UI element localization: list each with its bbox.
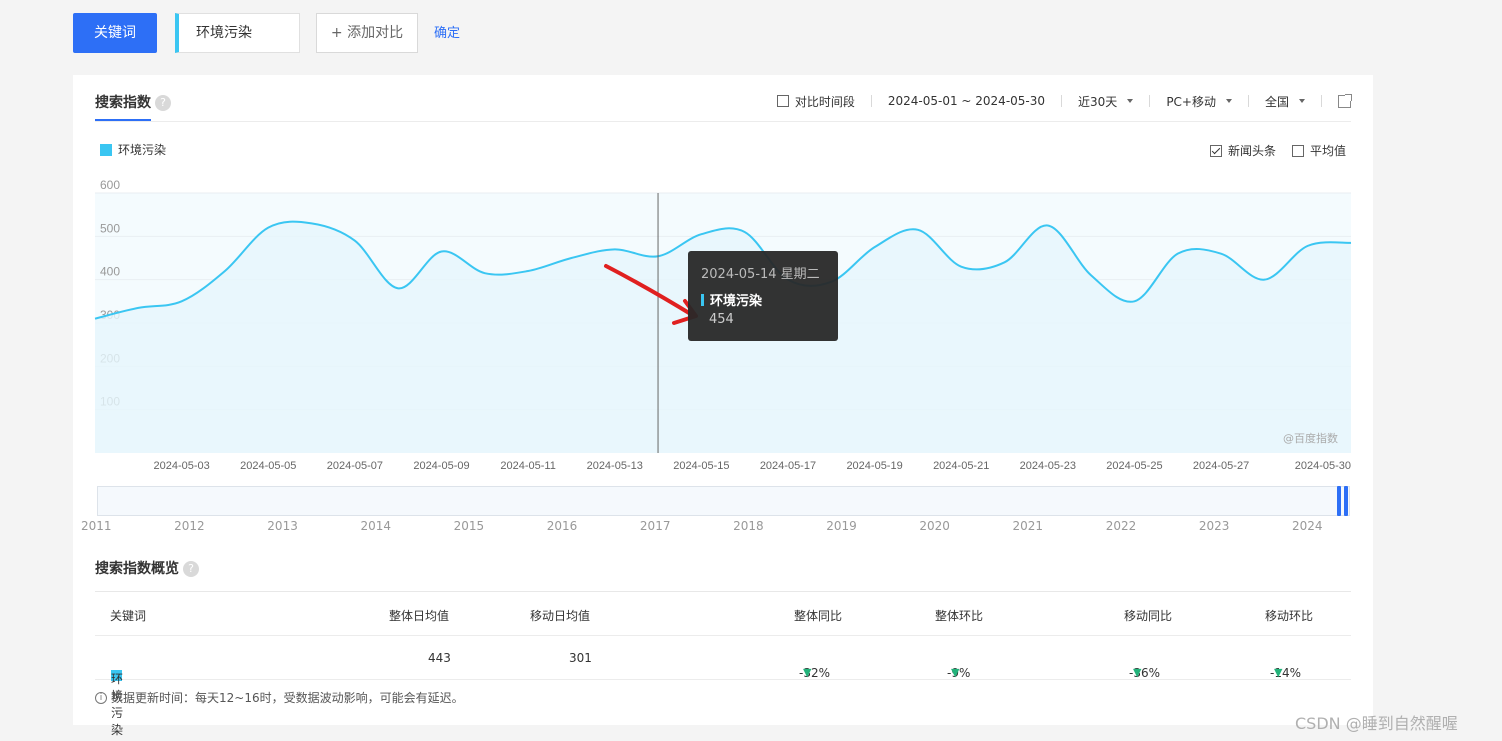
tooltip-series: 环境污染: [701, 290, 825, 309]
x-tick-label: 2024-05-11: [500, 460, 555, 472]
year-label: 2019: [826, 519, 857, 533]
x-tick-label: 2024-05-09: [413, 460, 469, 472]
year-label: 2014: [360, 519, 391, 533]
header-keyword: 关键词: [110, 609, 147, 623]
keyword-input[interactable]: 环境污染: [175, 13, 300, 53]
update-note: i 数据更新时间：每天12~16时，受数据波动影响，可能会有延迟。: [95, 689, 464, 706]
top-bar: 关键词 环境污染 + 添加对比 确定: [0, 0, 1502, 70]
x-tick-label: 2024-05-27: [1193, 460, 1249, 472]
x-tick-label: 2024-05-17: [760, 460, 816, 472]
range-year-labels: 2011 2012 2013 2014 2015 2016 2017 2018 2019 2020…: [73, 519, 1373, 535]
y-tick-label: 600: [100, 178, 120, 192]
x-tick-label: 2024-05-25: [1106, 460, 1162, 472]
year-label: 2023: [1198, 519, 1230, 533]
update-note-text: 数据更新时间：每天12~16时，受数据波动影响，可能会有延迟。: [111, 691, 464, 705]
year-label: 2012: [174, 519, 205, 533]
year-label: 2015: [453, 519, 485, 533]
year-label: 2021: [1012, 519, 1044, 533]
arrow-down-icon: ▼: [803, 666, 812, 679]
header-overall-yoy: 整体同比: [794, 609, 843, 623]
arrow-down-icon: ▼: [1133, 666, 1142, 679]
tooltip-series-name: 环境污染: [710, 294, 763, 309]
keyword-tab-button[interactable]: 关键词: [73, 13, 157, 53]
confirm-link[interactable]: 确定: [434, 22, 460, 41]
y-tick-label: 500: [100, 221, 120, 235]
header-mobile-mom: 移动环比: [1265, 609, 1314, 623]
help-icon[interactable]: ?: [183, 561, 199, 577]
header-overall-avg: 整体日均值: [389, 609, 450, 623]
year-label: 2020: [919, 519, 950, 533]
x-tick-label: 2024-05-30: [1295, 460, 1351, 472]
x-tick-label: 2024-05-21: [933, 460, 989, 472]
header-mobile-avg: 移动日均值: [530, 609, 591, 623]
baidu-index-watermark: @百度指数: [1283, 432, 1338, 445]
tooltip-value: 454: [709, 312, 734, 327]
row-overall-avg: 443: [428, 651, 451, 665]
overview-title-text: 搜索指数概览: [95, 561, 179, 577]
x-tick-label: 2024-05-13: [587, 460, 643, 472]
add-compare-button[interactable]: + 添加对比: [316, 13, 418, 53]
csdn-watermark: CSDN @睡到自然醒喔: [1295, 714, 1458, 733]
tooltip-date: 2024-05-14 星期二: [701, 267, 820, 282]
range-handle-right[interactable]: [1344, 486, 1348, 516]
year-label: 2022: [1105, 519, 1137, 533]
info-icon: i: [95, 691, 107, 704]
tooltip-series-marker: [701, 293, 704, 306]
overview-table: 关键词 整体日均值 移动日均值 整体同比 整体环比 移动同比 移动环比 环境污染…: [95, 591, 1351, 737]
y-tick-label: 400: [100, 265, 120, 279]
range-handle-left[interactable]: [1337, 486, 1341, 516]
search-index-panel: 搜索指数? 对比时间段 2024-05-01 ~ 2024-05-30 近30天…: [73, 75, 1373, 737]
x-tick-label: 2024-05-23: [1020, 460, 1076, 472]
table-header-row: 关键词 整体日均值 移动日均值 整体同比 整体环比 移动同比 移动环比: [95, 592, 1351, 636]
year-label: 2016: [546, 519, 578, 533]
x-tick-label: 2024-05-07: [327, 460, 383, 472]
chart-tooltip: 2024-05-14 星期二 环境污染 454: [688, 251, 838, 341]
year-label: 2018: [733, 519, 764, 533]
x-tick-label: 2024-05-03: [153, 460, 209, 472]
arrow-down-icon: ▼: [951, 666, 960, 679]
x-tick-label: 2024-05-05: [240, 460, 296, 472]
x-tick-label: 2024-05-19: [846, 460, 902, 472]
x-tick-label: 2024-05-15: [673, 460, 729, 472]
table-row: 环境污染 443 301 -32% ▼ -9% ▼ -36% ▼ -14% ▼: [95, 636, 1351, 737]
header-overall-mom: 整体环比: [935, 609, 984, 623]
year-label: 2024: [1292, 519, 1323, 533]
arrow-down-icon: ▼: [1274, 666, 1283, 679]
year-label: 2017: [639, 519, 671, 533]
overview-title: 搜索指数概览?: [95, 558, 199, 578]
row-mobile-avg: 301: [569, 651, 592, 665]
year-label: 2013: [267, 519, 298, 533]
year-label: 2011: [81, 519, 112, 533]
time-range-slider[interactable]: [97, 486, 1350, 516]
header-mobile-yoy: 移动同比: [1124, 609, 1173, 623]
